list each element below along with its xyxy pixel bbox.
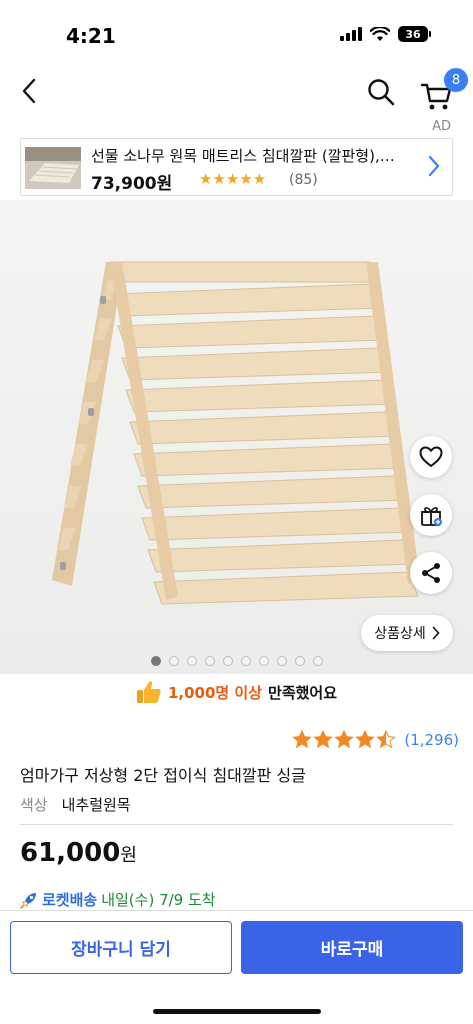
rating-star bbox=[355, 730, 376, 749]
share-icon bbox=[422, 563, 440, 583]
carousel-dot bbox=[186, 656, 197, 666]
price-amount: 61,000 bbox=[20, 838, 121, 868]
add-to-cart-button[interactable]: 장바구니 담기 bbox=[10, 921, 232, 974]
option-label: 색상 bbox=[20, 796, 48, 814]
rating-star bbox=[334, 730, 355, 749]
satisfaction-banner: 1,000명 이상 만족했어요 bbox=[0, 678, 473, 706]
carousel-dot bbox=[204, 656, 215, 666]
carousel-dot bbox=[258, 656, 269, 666]
product-photo bbox=[52, 261, 420, 605]
status-bar: 4:21 36 bbox=[0, 0, 473, 66]
satisfaction-count: 1,000명 이상 bbox=[167, 683, 263, 702]
rating-star bbox=[292, 730, 313, 749]
divider bbox=[20, 824, 453, 825]
heart-icon bbox=[419, 446, 443, 467]
wifi-icon bbox=[370, 26, 390, 41]
nav-bar bbox=[0, 66, 473, 118]
battery-level: 36 bbox=[398, 26, 428, 42]
sponsored-product-card[interactable]: 선물 소나무 원목 매트리스 침대깔판 (깔판형),… 73,900원 ★★★★… bbox=[20, 138, 453, 196]
rating-stars-icon bbox=[292, 730, 397, 749]
rocket-icon bbox=[20, 892, 36, 909]
search-icon bbox=[368, 79, 395, 106]
back-button[interactable] bbox=[14, 76, 44, 106]
delivery-info: 로켓배송 내일(수) 7/9 도착 bbox=[20, 889, 216, 910]
ad-product-thumbnail bbox=[25, 147, 81, 189]
ad-rating-stars: ★★★★★ bbox=[199, 170, 267, 188]
carousel-dot bbox=[276, 656, 287, 666]
wishlist-button[interactable] bbox=[410, 436, 452, 478]
chevron-right-icon bbox=[428, 155, 440, 183]
price-unit: 원 bbox=[120, 845, 137, 866]
chevron-left-icon bbox=[22, 78, 36, 104]
ad-label: AD bbox=[432, 119, 451, 134]
battery-icon: 36 bbox=[398, 26, 431, 42]
chevron-right-icon bbox=[432, 626, 440, 640]
carousel-dot bbox=[294, 656, 305, 666]
carousel-dot bbox=[312, 656, 323, 666]
product-title: 엄마가구 저상형 2단 접이식 침대깔판 싱글 bbox=[20, 766, 306, 785]
cellular-signal-icon bbox=[340, 27, 362, 41]
product-detail-label: 상품상세 bbox=[374, 626, 426, 642]
carousel-dot bbox=[240, 656, 251, 666]
rating-count[interactable]: (1,296) bbox=[404, 731, 459, 749]
share-button[interactable] bbox=[410, 552, 452, 594]
product-price: 61,000원 bbox=[20, 838, 137, 868]
status-icons: 36 bbox=[340, 26, 431, 42]
satisfaction-text: 만족했어요 bbox=[268, 683, 338, 702]
cart-count-badge: 8 bbox=[444, 68, 468, 92]
rating-star bbox=[313, 730, 334, 749]
bottom-action-bar: 장바구니 담기 바로구매 bbox=[0, 910, 473, 1024]
rocket-delivery-label: 로켓배송 bbox=[42, 891, 98, 909]
carousel-indicator bbox=[0, 656, 473, 666]
product-rating[interactable]: (1,296) bbox=[292, 730, 459, 750]
product-image-carousel[interactable] bbox=[0, 200, 473, 674]
option-row[interactable]: 색상 내추럴원목 bbox=[20, 794, 131, 815]
carousel-dot bbox=[222, 656, 233, 666]
buy-now-button[interactable]: 바로구매 bbox=[241, 921, 463, 974]
gift-button[interactable] bbox=[410, 494, 452, 536]
ad-product-price: 73,900원 bbox=[91, 174, 173, 194]
thumbs-up-icon bbox=[136, 681, 161, 703]
ad-product-title: 선물 소나무 원목 매트리스 침대깔판 (깔판형),… bbox=[91, 147, 395, 165]
rating-star bbox=[376, 730, 397, 749]
product-detail-button[interactable]: 상품상세 bbox=[361, 615, 453, 651]
home-indicator bbox=[153, 1009, 321, 1014]
option-value: 내추럴원목 bbox=[61, 796, 131, 814]
carousel-dot bbox=[150, 656, 161, 666]
carousel-dot bbox=[168, 656, 179, 666]
delivery-date: 내일(수) 7/9 도착 bbox=[101, 891, 216, 909]
status-time: 4:21 bbox=[66, 24, 116, 48]
ad-review-count: (85) bbox=[289, 172, 318, 188]
search-button[interactable] bbox=[364, 75, 398, 109]
gift-icon bbox=[421, 507, 442, 526]
